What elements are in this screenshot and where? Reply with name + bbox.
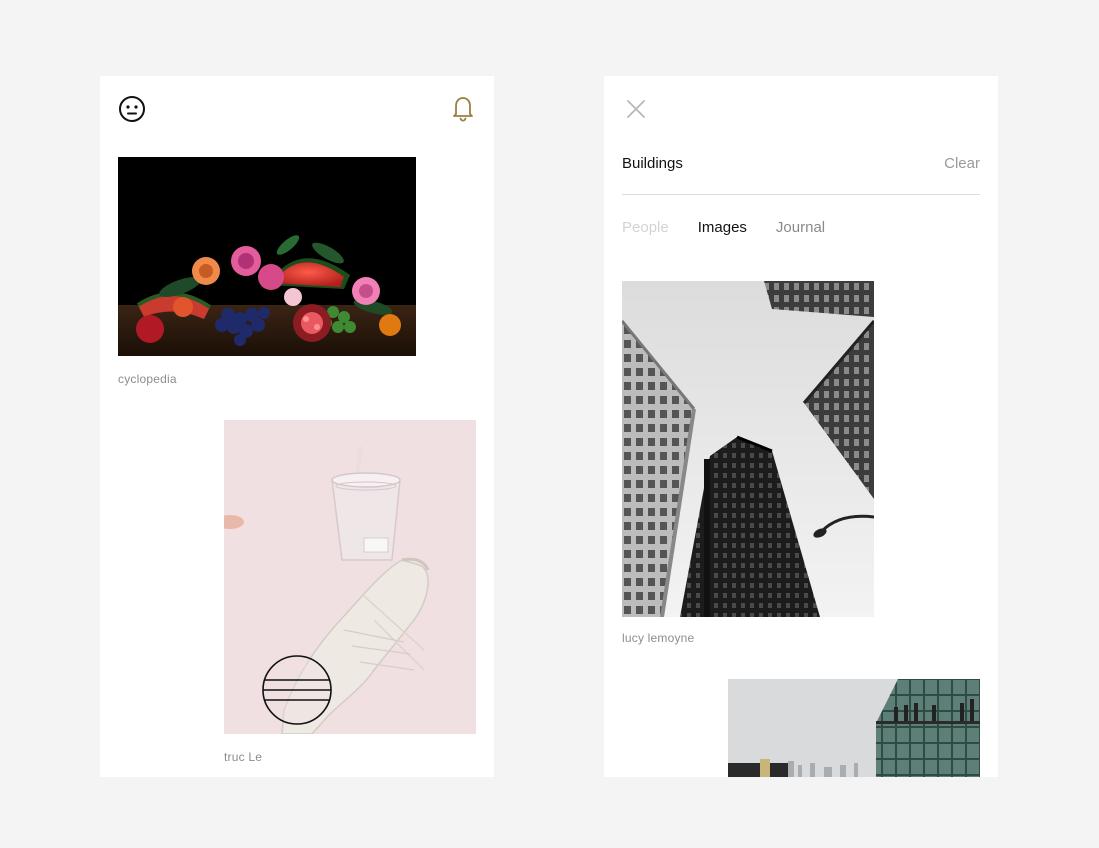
tab-journal[interactable]: Journal (776, 219, 825, 236)
clear-button[interactable]: Clear (944, 155, 980, 172)
result-image[interactable] (728, 679, 980, 777)
striped-circle-logo-icon[interactable] (261, 654, 333, 726)
result-author[interactable]: lucy lemoyne (622, 631, 694, 645)
post-author[interactable]: cyclopedia (118, 372, 177, 386)
search-query[interactable]: Buildings (622, 155, 683, 172)
result-image[interactable] (622, 281, 874, 617)
search-screen: Buildings Clear People Images Journal lu… (604, 76, 998, 777)
still-life-fruit-flowers-photo (118, 157, 416, 356)
post-author[interactable]: truc Le (224, 750, 262, 764)
feed-screen: cyclopedia truc Le (100, 76, 494, 777)
tab-images[interactable]: Images (698, 219, 747, 236)
glass-building-rooftop-photo (728, 679, 980, 777)
tab-people[interactable]: People (622, 219, 669, 236)
search-tabs: People Images Journal (622, 219, 825, 236)
search-divider (622, 194, 980, 195)
bell-icon[interactable] (451, 95, 475, 123)
close-icon[interactable] (626, 99, 646, 119)
post-image[interactable] (118, 157, 416, 356)
face-icon[interactable] (118, 95, 146, 123)
skyscrapers-looking-up-photo (622, 281, 874, 617)
